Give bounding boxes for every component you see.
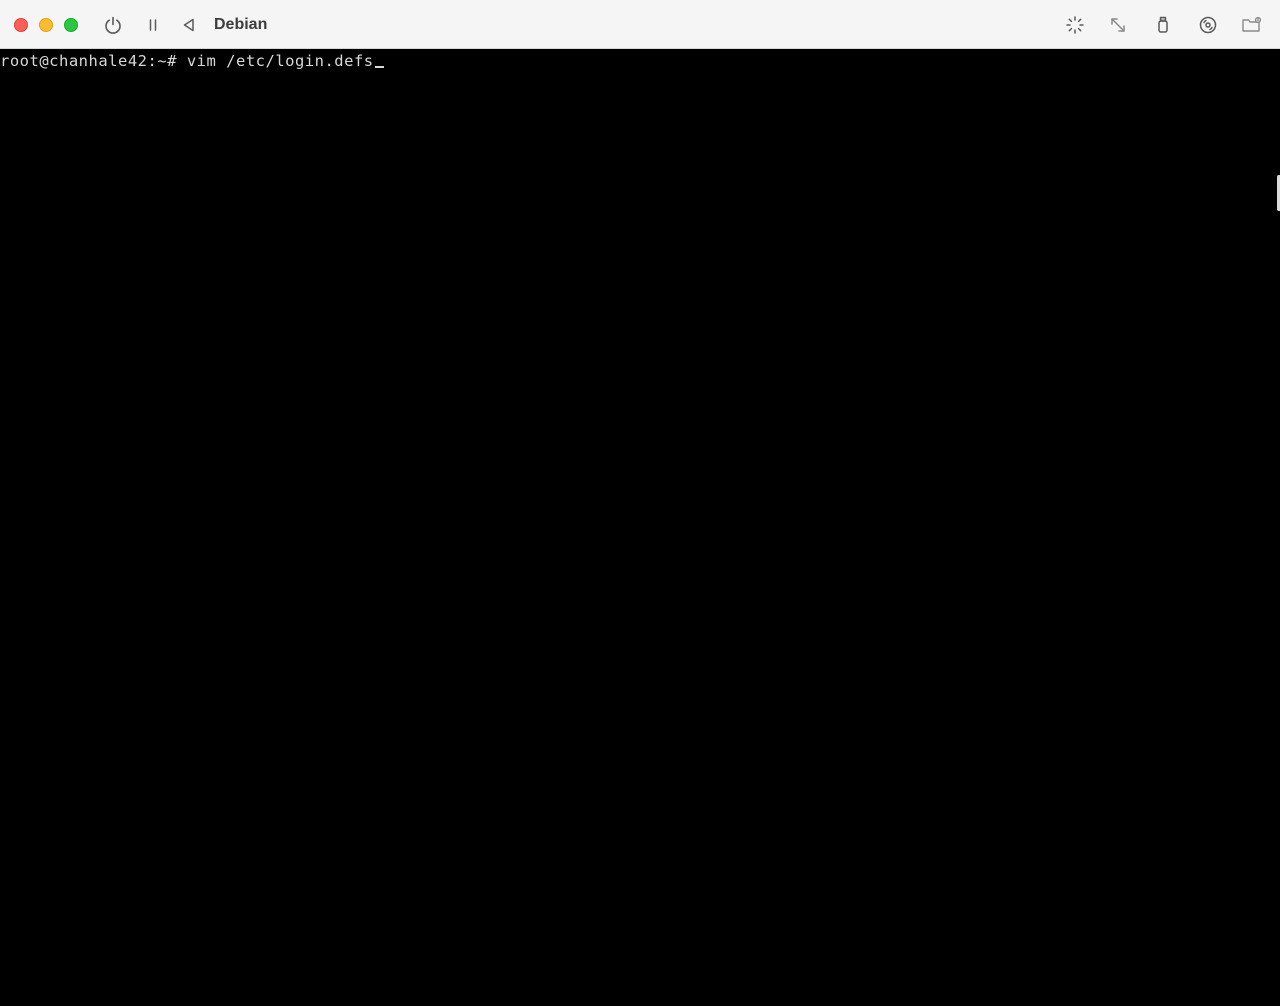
power-button[interactable]	[100, 12, 126, 38]
resize-button[interactable]	[1105, 12, 1131, 38]
shared-folder-icon	[1241, 15, 1263, 35]
vm-window: Debian root@chanhale42:~# vim /etc/login…	[0, 0, 1280, 1006]
usb-icon	[1153, 15, 1173, 35]
shell-prompt: root@chanhale42:~#	[0, 52, 177, 70]
back-icon	[181, 17, 197, 33]
close-window-button[interactable]	[14, 18, 28, 32]
terminal-line: root@chanhale42:~# vim /etc/login.defs	[0, 52, 384, 70]
pause-button[interactable]	[140, 12, 166, 38]
title-bar: Debian	[0, 0, 1280, 49]
maximize-window-button[interactable]	[64, 18, 78, 32]
cd-dvd-icon	[1198, 15, 1218, 35]
capture-pointer-button[interactable]	[1062, 12, 1088, 38]
vm-console-screen[interactable]: root@chanhale42:~# vim /etc/login.defs	[0, 49, 1280, 1006]
usb-button[interactable]	[1150, 12, 1176, 38]
power-icon	[103, 15, 123, 35]
cd-dvd-button[interactable]	[1195, 12, 1221, 38]
capture-pointer-icon	[1065, 15, 1085, 35]
shared-folder-button[interactable]	[1239, 12, 1265, 38]
resize-icon	[1108, 15, 1128, 35]
shell-command: vim /etc/login.defs	[186, 52, 374, 70]
window-title: Debian	[214, 16, 268, 33]
pause-icon	[145, 17, 161, 33]
text-cursor	[374, 66, 384, 68]
back-button[interactable]	[176, 12, 202, 38]
minimize-window-button[interactable]	[39, 18, 53, 32]
